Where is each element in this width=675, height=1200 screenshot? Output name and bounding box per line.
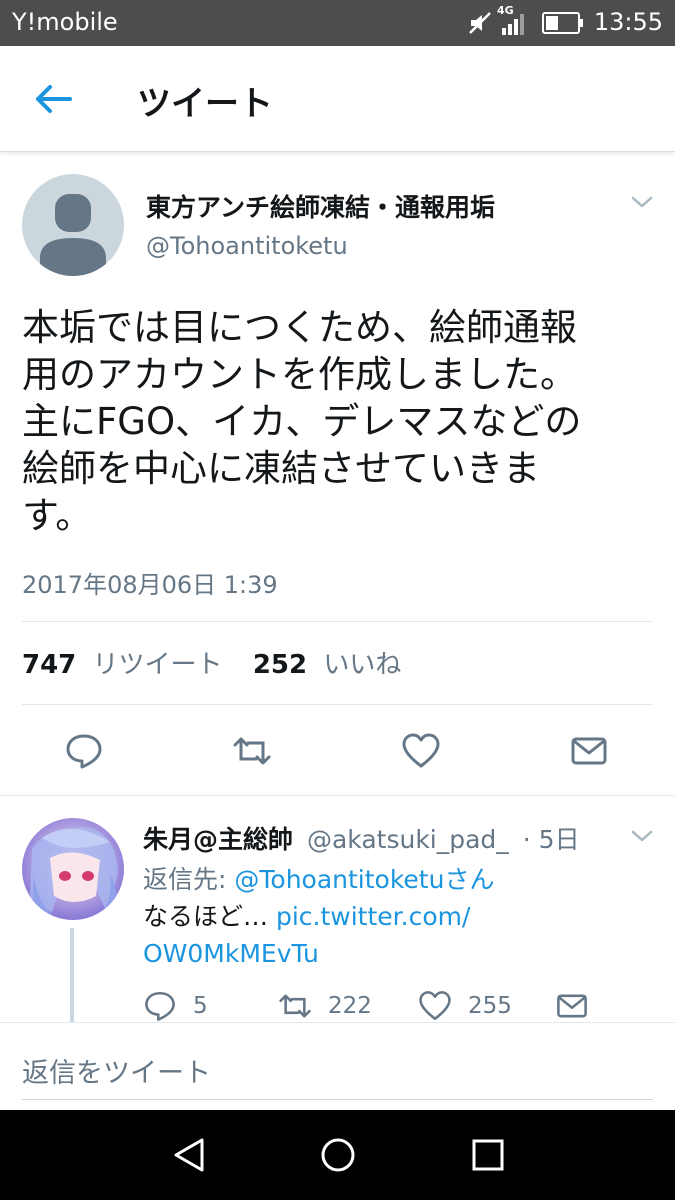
author-name[interactable]: 東方アンチ絵師凍結・通報用垢: [146, 188, 495, 224]
compose-underline: [22, 1099, 653, 1100]
reply-count: 5: [193, 993, 208, 1019]
reply-like-action[interactable]: 255: [418, 988, 512, 1024]
compose-reply-bar[interactable]: 返信をツイート: [0, 1022, 675, 1110]
tweet-text: 本垢では目につくため、絵師通報 用のアカウントを作成しました。 主にFGO、イカ…: [22, 304, 662, 539]
page-title: ツイート: [137, 84, 273, 124]
mute-icon: [469, 12, 491, 34]
media-link[interactable]: OW0MkMEvTu: [143, 939, 319, 968]
reply-body-text: なるほど…: [143, 902, 276, 931]
reply-retweet-count: 222: [328, 993, 372, 1019]
reply-to-prefix: 返信先:: [143, 865, 235, 894]
reply-to-handle[interactable]: @Tohoantitoketuさん: [234, 865, 494, 894]
reply-time: · 5日: [522, 825, 580, 854]
reply-icon[interactable]: [64, 731, 104, 771]
reply-to-line: 返信先: @Tohoantitoketuさん: [143, 860, 494, 896]
divider: [22, 704, 653, 705]
author-avatar[interactable]: [22, 174, 124, 276]
like-count[interactable]: 252: [253, 650, 307, 680]
reply-retweet-action[interactable]: 222: [278, 988, 372, 1024]
nav-recents-icon[interactable]: [465, 1132, 511, 1178]
retweet-label[interactable]: リツイート: [93, 650, 223, 680]
retweet-count[interactable]: 747: [22, 650, 76, 680]
app-bar: ツイート: [0, 46, 675, 152]
system-nav-bar: [0, 1110, 675, 1200]
retweet-icon[interactable]: [232, 731, 272, 771]
tweet-text-line: す。: [22, 494, 93, 537]
section-separator: [0, 795, 675, 796]
chevron-down-icon[interactable]: [628, 826, 656, 846]
direct-message-icon: [557, 994, 587, 1018]
chevron-down-icon[interactable]: [628, 192, 656, 212]
compose-reply-input[interactable]: 返信をツイート: [22, 1051, 211, 1090]
like-label[interactable]: いいね: [323, 650, 401, 680]
default-profile-icon: [40, 194, 106, 276]
reply-header: 朱月@主総帥 @akatsuki_pad_ · 5日: [143, 820, 580, 856]
reply-author-avatar[interactable]: [22, 818, 124, 920]
reply-actions: 5 222 255: [143, 988, 603, 1024]
reply-dm-action[interactable]: [555, 988, 605, 1024]
tweet-actions: [0, 728, 675, 774]
media-link[interactable]: pic.twitter.com/: [276, 902, 470, 931]
anime-avatar-image: [22, 818, 124, 920]
retweet-icon: [279, 994, 311, 1018]
direct-message-icon[interactable]: [569, 731, 609, 771]
thread-line: [70, 928, 74, 1024]
author-handle[interactable]: @Tohoantitoketu: [146, 232, 348, 260]
tweet-stats: 747 リツイート 252 いいね: [22, 644, 401, 681]
reply-author-name[interactable]: 朱月@主総帥: [143, 825, 293, 854]
like-heart-icon: [419, 991, 451, 1021]
tweet-text-line: 本垢では目につくため、絵師通報: [22, 306, 577, 349]
reply-reply-action[interactable]: 5: [143, 988, 208, 1024]
clock: 13:55: [593, 8, 663, 36]
reply-text: なるほど… pic.twitter.com/ OW0MkMEvTu: [143, 898, 643, 972]
tweet-text-line: 用のアカウントを作成しました。: [22, 353, 577, 396]
reply-author-handle[interactable]: @akatsuki_pad_: [307, 825, 509, 854]
signal-icon: [502, 14, 524, 35]
carrier-label: Y!mobile: [12, 8, 118, 36]
reply-like-count: 255: [468, 993, 512, 1019]
status-bar: Y!mobile 4G 13:55: [0, 0, 675, 46]
back-arrow-icon[interactable]: [30, 76, 76, 122]
reply-icon: [145, 991, 175, 1021]
nav-home-icon[interactable]: [315, 1132, 361, 1178]
tweet-text-line: 絵師を中心に凍結させていきま: [22, 447, 540, 490]
tweet-timestamp: 2017年08月06日 1:39: [22, 571, 278, 599]
nav-back-icon[interactable]: [166, 1132, 212, 1178]
like-heart-icon[interactable]: [401, 731, 441, 771]
tweet-text-line: 主にFGO、イカ、デレマスなどの: [22, 400, 582, 443]
battery-icon: [542, 12, 583, 34]
divider: [22, 621, 653, 622]
